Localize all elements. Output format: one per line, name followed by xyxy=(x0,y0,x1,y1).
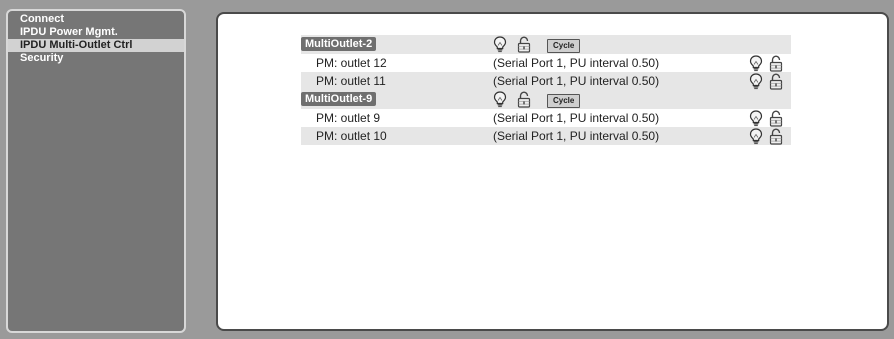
sidebar-item-connect[interactable]: Connect xyxy=(8,13,184,26)
lightbulb-icon[interactable] xyxy=(749,55,763,72)
outlet-row: PM: outlet 12 (Serial Port 1, PU interva… xyxy=(301,54,791,72)
cycle-button[interactable]: Cycle xyxy=(547,39,581,53)
lightbulb-icon[interactable] xyxy=(493,91,507,108)
outlet-description: (Serial Port 1, PU interval 0.50) xyxy=(493,74,660,88)
lightbulb-icon[interactable] xyxy=(749,128,763,145)
sidebar-item-ipdu-multi-outlet-ctrl[interactable]: IPDU Multi-Outlet Ctrl xyxy=(8,39,184,52)
padlock-icon[interactable] xyxy=(769,73,783,90)
outlet-row: PM: outlet 9 (Serial Port 1, PU interval… xyxy=(301,109,791,127)
lightbulb-icon[interactable] xyxy=(493,36,507,53)
group-header-row: MultiOutlet-2 Cycle xyxy=(301,35,791,54)
outlet-row: PM: outlet 11 (Serial Port 1, PU interva… xyxy=(301,72,791,90)
group-header-row: MultiOutlet-9 Cycle xyxy=(301,90,791,109)
lightbulb-icon[interactable] xyxy=(749,73,763,90)
outlet-name: PM: outlet 11 xyxy=(316,74,386,88)
group-name-label: MultiOutlet-2 xyxy=(301,37,377,51)
outlet-description: (Serial Port 1, PU interval 0.50) xyxy=(493,111,660,125)
padlock-icon[interactable] xyxy=(517,91,531,108)
outlet-name: PM: outlet 10 xyxy=(316,129,387,143)
multi-outlet-table: MultiOutlet-2 Cycle PM: outlet 12 (Seria… xyxy=(301,35,791,145)
content-panel: MultiOutlet-2 Cycle PM: outlet 12 (Seria… xyxy=(216,12,889,331)
outlet-description: (Serial Port 1, PU interval 0.50) xyxy=(493,56,660,70)
sidebar-item-security[interactable]: Security xyxy=(8,52,184,65)
outlet-name: PM: outlet 9 xyxy=(316,111,381,125)
group-name-label: MultiOutlet-9 xyxy=(301,92,377,106)
padlock-icon[interactable] xyxy=(769,55,783,72)
padlock-icon[interactable] xyxy=(769,128,783,145)
cycle-button[interactable]: Cycle xyxy=(547,94,581,108)
outlet-row: PM: outlet 10 (Serial Port 1, PU interva… xyxy=(301,127,791,145)
sidebar-nav: Connect IPDU Power Mgmt. IPDU Multi-Outl… xyxy=(6,9,186,333)
padlock-icon[interactable] xyxy=(769,110,783,127)
outlet-name: PM: outlet 12 xyxy=(316,56,387,70)
outlet-description: (Serial Port 1, PU interval 0.50) xyxy=(493,129,660,143)
sidebar-item-ipdu-power-mgmt[interactable]: IPDU Power Mgmt. xyxy=(8,26,184,39)
padlock-icon[interactable] xyxy=(517,36,531,53)
lightbulb-icon[interactable] xyxy=(749,110,763,127)
